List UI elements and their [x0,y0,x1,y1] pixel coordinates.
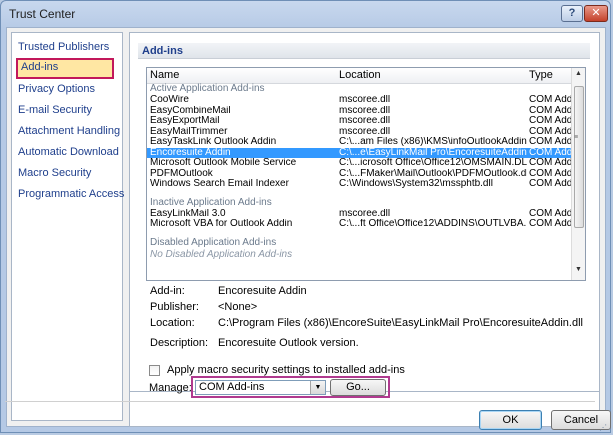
detail-location-label: Location: [150,317,195,329]
list-item[interactable]: EasyCombineMail mscoree.dll COM Add-in [147,106,573,117]
addin-type: COM Add-in [529,147,573,158]
dropdown-arrow-icon[interactable]: ▼ [310,381,325,394]
addin-name: EasyTaskLink Outlook Addin [150,137,277,147]
detail-addin-label: Add-in: [150,285,185,297]
add-ins-panel: Add-ins Name Location Type Active Applic… [129,32,600,392]
list-rows: Active Application Add-ins CooWire mscor… [147,83,573,261]
group-active: Active Application Add-ins [150,83,265,94]
detail-publisher-label: Publisher: [150,301,199,313]
group-inactive: Inactive Application Add-ins [150,196,272,208]
window-title: Trust Center [9,7,76,21]
manage-label: Manage: [149,382,192,394]
nav-item-attachment-handling[interactable]: Attachment Handling [18,123,120,140]
addin-name: CooWire [150,95,189,105]
addin-type: COM Add-in [529,179,573,189]
scroll-down-icon[interactable]: ▼ [575,266,582,273]
addin-type: COM Add-in [529,116,573,126]
list-header: Name Location Type [147,68,573,84]
section-title: Add-ins [138,43,590,59]
list-item[interactable]: PDFMOutlook C:\...FMaker\Mail\Outlook\PD… [147,169,573,180]
list-item-selected[interactable]: Encoresuite Addin C:\...e\EasyLinkMail P… [147,147,573,158]
addin-name: Encoresuite Addin [150,147,231,158]
addin-location: mscoree.dll [339,208,391,219]
addin-location: C:\...ft Office\Office12\ADDINS\OUTLVBA.… [339,219,527,229]
addin-name: EasyExportMail [150,116,220,126]
list-item[interactable]: EasyMailTrimmer mscoree.dll COM Add-in [147,127,573,138]
addin-type: COM Add-in [529,219,573,229]
addin-name: EasyLinkMail 3.0 [150,208,226,219]
list-item[interactable]: Microsoft VBA for Outlook Addin C:\...ft… [147,219,573,230]
addin-name: EasyCombineMail [150,105,231,116]
addin-type: COM Add-in [529,158,573,168]
scroll-grip-icon: ≡ [574,134,579,141]
nav-item-trusted-publishers[interactable]: Trusted Publishers [18,39,118,56]
close-button[interactable]: ✕ [584,5,608,22]
column-header-name[interactable]: Name [150,69,179,81]
nav-item-privacy-options[interactable]: Privacy Options [18,81,118,98]
column-header-location[interactable]: Location [339,69,381,81]
addin-location: mscoree.dll [339,126,391,137]
resize-grip-icon[interactable]: ⋰ [599,423,607,432]
manage-select-value: COM Add-ins [199,381,265,393]
detail-description-label: Description: [150,337,209,349]
addin-location: C:\...e\EasyLinkMail Pro\EncoresuiteAddi… [339,147,527,158]
list-item[interactable]: EasyExportMail mscoree.dll COM Add-in [147,116,573,127]
detail-addin-value: Encoresuite Addin [218,285,307,297]
list-item[interactable]: Windows Search Email Indexer C:\Windows\… [147,179,573,190]
addin-location: mscoree.dll [339,116,391,126]
list-item[interactable]: CooWire mscoree.dll COM Add-in [147,95,573,106]
addin-type: COM Add-in [529,126,573,137]
addin-type: COM Add-in [529,208,573,219]
scroll-up-icon[interactable]: ▲ [575,70,582,77]
addin-type: COM Add-in [529,137,573,147]
detail-publisher-value: <None> [218,301,258,313]
nav-item-automatic-download[interactable]: Automatic Download [18,144,119,161]
list-item[interactable]: EasyLinkMail 3.0 mscoree.dll COM Add-in [147,209,573,220]
title-bar[interactable]: Trust Center ? ✕ [1,1,610,27]
nav-item-email-security[interactable]: E-mail Security [18,102,118,119]
category-nav: Trusted Publishers Add-ins Privacy Optio… [11,32,124,421]
addin-location: mscoree.dll [339,95,391,105]
nav-item-macro-security[interactable]: Macro Security [18,165,118,182]
detail-description-value: Encoresuite Outlook version. [218,337,359,349]
scroll-thumb[interactable] [574,86,584,228]
addin-name: Windows Search Email Indexer [150,179,289,189]
manage-select[interactable]: COM Add-ins ▼ [195,380,326,395]
disabled-empty-text: No Disabled Application Add-ins [150,248,293,260]
footer-divider [5,401,595,402]
addin-location: C:\...icrosoft Office\Office12\OMSMAIN.D… [339,158,527,168]
column-header-type[interactable]: Type [529,69,553,81]
addin-name: Microsoft Outlook Mobile Service [150,158,297,168]
nav-item-programmatic-access[interactable]: Programmatic Access [18,186,124,203]
add-ins-list[interactable]: Name Location Type Active Application Ad… [146,67,586,281]
detail-location-value: C:\Program Files (x86)\EncoreSuite\EasyL… [218,317,583,329]
go-button[interactable]: Go... [330,379,386,396]
trust-center-window: Trust Center ? ✕ Trusted Publishers Add-… [0,0,611,433]
addin-name: EasyMailTrimmer [150,126,228,137]
addin-location: C:\...FMaker\Mail\Outlook\PDFMOutlook.dl… [339,168,527,179]
help-button[interactable]: ? [561,5,583,22]
ok-button[interactable]: OK [479,410,542,430]
group-disabled: Disabled Application Add-ins [150,236,277,248]
macro-security-label[interactable]: Apply macro security settings to install… [167,364,405,376]
list-item[interactable]: Microsoft Outlook Mobile Service C:\...i… [147,158,573,169]
addin-name: Microsoft VBA for Outlook Addin [150,219,293,229]
addin-type: COM Add-in [529,95,573,105]
addin-location: C:\...am Files (x86)\KMS\infoOutlookAddi… [339,137,527,147]
dialog-client-area: Trusted Publishers Add-ins Privacy Optio… [6,27,606,427]
list-item[interactable]: EasyTaskLink Outlook Addin C:\...am File… [147,137,573,148]
nav-item-add-ins[interactable]: Add-ins [16,58,114,79]
addin-location: C:\Windows\System32\mssphtb.dll [339,179,493,189]
addin-location: mscoree.dll [339,105,391,116]
addin-type: COM Add-in [529,168,573,179]
addin-name: PDFMOutlook [150,168,213,179]
macro-security-checkbox[interactable] [149,365,160,376]
addin-type: COM Add-in [529,105,573,116]
list-scrollbar[interactable]: ▲ ≡ ▼ [571,68,585,280]
